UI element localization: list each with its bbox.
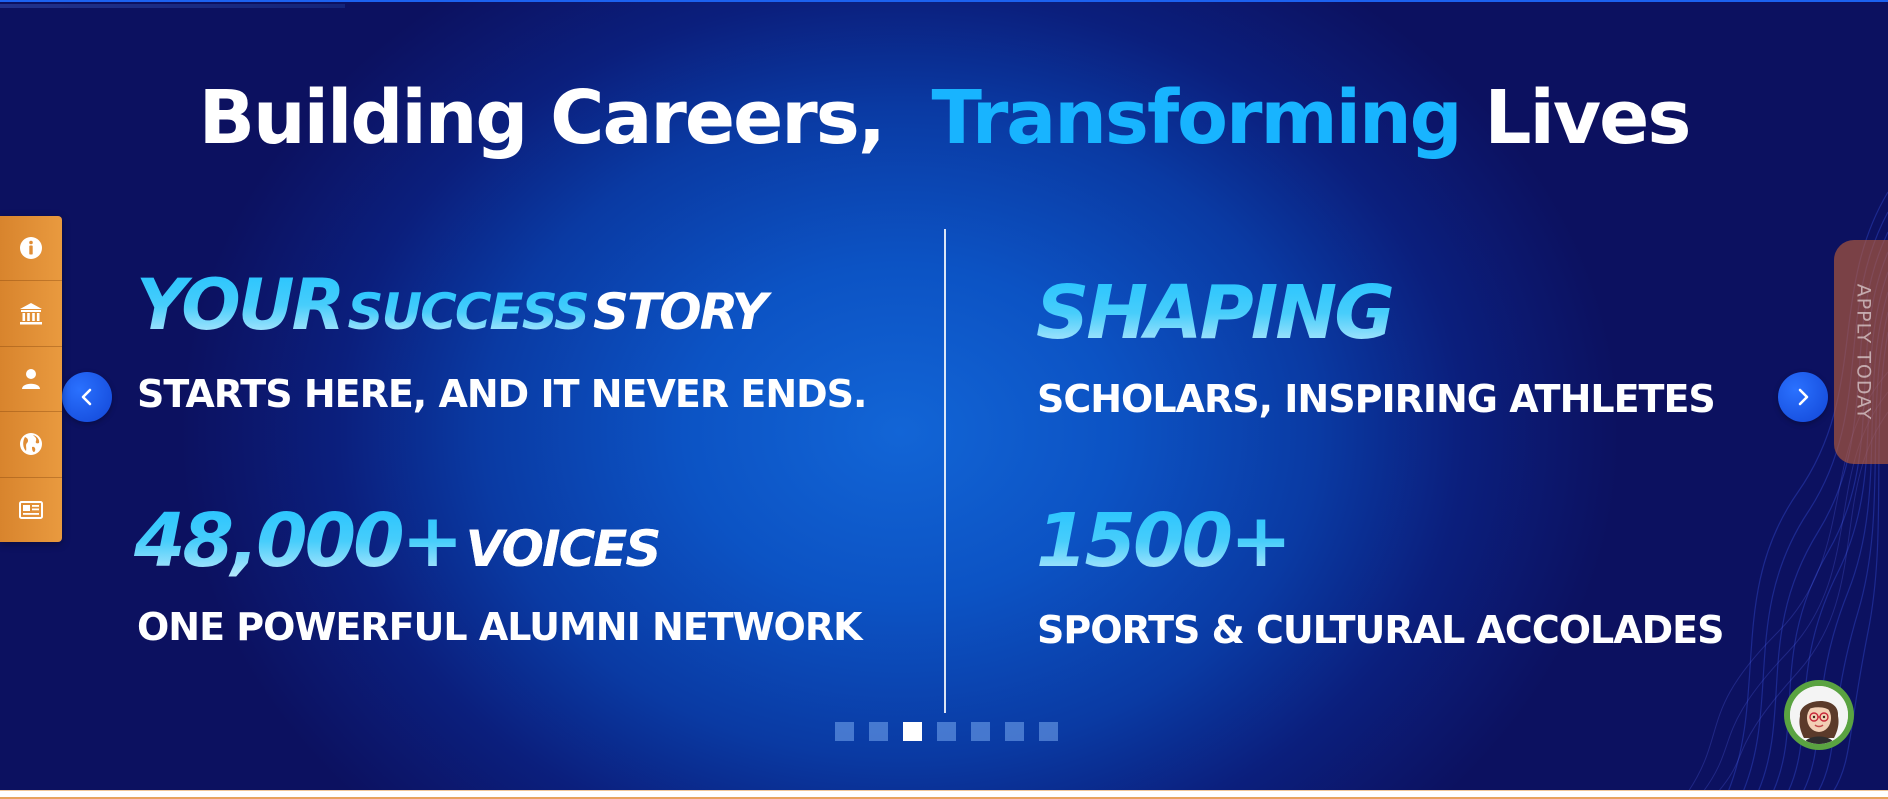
chevron-left-icon [81,388,92,406]
carousel-dot[interactable] [971,722,990,741]
carousel-dot[interactable] [1005,722,1024,741]
newspaper-icon [19,500,43,519]
stat-alumni-subtitle: ONE POWERFUL ALUMNI NETWORK [137,605,863,649]
stat-accolades-number: 1500+ [1036,498,1292,584]
chatbot-avatar-button[interactable] [1784,680,1854,750]
carousel-dot[interactable] [1039,722,1058,741]
user-icon [22,369,40,390]
carousel-dot-active[interactable] [903,722,922,741]
globe-icon [20,433,42,456]
carousel-dot[interactable] [937,722,956,741]
stat-success-word3: STORY [593,283,768,341]
apply-today-tab[interactable]: APPLY TODAY [1834,240,1888,464]
stat-alumni-word: VOICES [465,520,662,578]
column-divider [944,229,946,713]
carousel-dot[interactable] [835,722,854,741]
carousel-dots [835,722,1058,741]
quick-links-toolbar [0,216,62,542]
stat-alumni: 48,000+ VOICES [134,498,662,584]
toolbar-user-button[interactable] [0,347,62,413]
headline-accent: Transforming [931,75,1462,161]
carousel-dot[interactable] [869,722,888,741]
assistant-face-icon [1790,686,1848,744]
hero-banner: Building Careers, Transforming Lives YOU… [0,0,1888,792]
stat-shaping: SHAPING [1036,270,1395,356]
toolbar-info-button[interactable] [0,216,62,282]
stat-shaping-subtitle: SCHOLARS, INSPIRING ATHLETES [1037,377,1716,421]
top-stripe [0,4,345,8]
stat-alumni-number: 48,000+ [134,498,464,584]
toolbar-institution-button[interactable] [0,281,62,347]
chatbot-avatar-image [1790,686,1848,744]
carousel-prev-button[interactable] [62,372,112,422]
stat-accolades: 1500+ [1036,498,1292,584]
headline-part1: Building Careers, [198,75,886,161]
institution-icon [20,302,42,325]
info-icon [20,237,42,260]
apply-today-label: APPLY TODAY [1852,283,1875,421]
stat-success-word1: YOUR [136,264,345,346]
stat-success-story: YOUR SUCCESS STORY [136,264,768,348]
headline-part2: Lives [1484,75,1691,161]
chevron-right-icon [1798,388,1809,406]
stat-success-word2: SUCCESS [347,283,590,341]
toolbar-news-button[interactable] [0,478,62,542]
carousel-next-button[interactable] [1778,372,1828,422]
toolbar-globe-button[interactable] [0,412,62,478]
hero-headline: Building Careers, Transforming Lives [0,68,1888,168]
stat-shaping-word: SHAPING [1036,270,1395,356]
stat-accolades-subtitle: SPORTS & CULTURAL ACCOLADES [1037,608,1725,652]
stat-success-subtitle: STARTS HERE, AND IT NEVER ENDS. [137,372,867,416]
